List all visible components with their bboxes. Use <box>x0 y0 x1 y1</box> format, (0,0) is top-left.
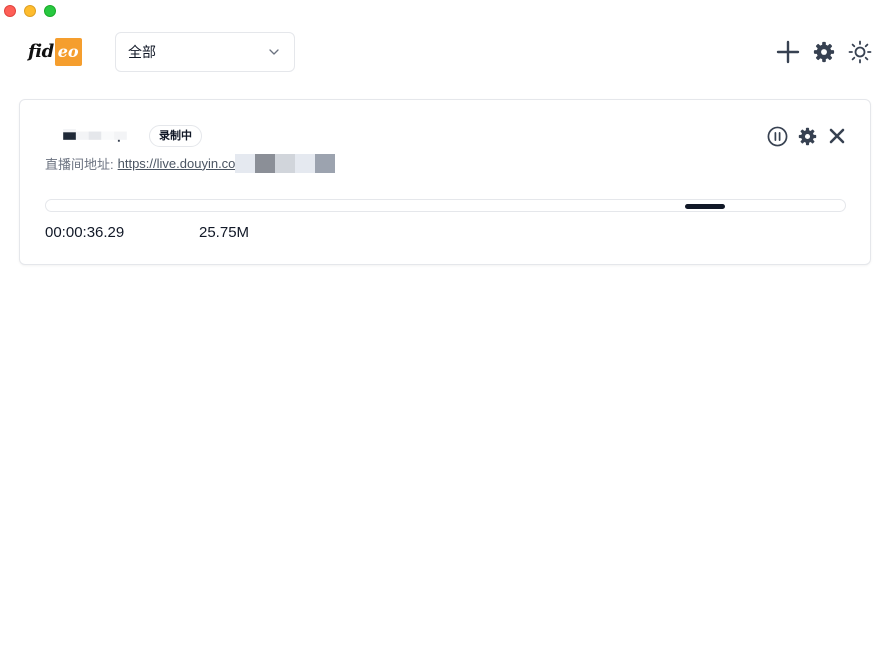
logo-text-left: fid <box>28 41 54 62</box>
gear-icon <box>813 41 835 63</box>
settings-button[interactable] <box>812 39 836 65</box>
add-icon <box>776 40 800 64</box>
gear-icon <box>798 127 816 145</box>
recording-progress-bar <box>45 199 846 212</box>
recording-stats: 00:00:36.29 25.75M <box>45 224 249 241</box>
window-controls <box>4 5 56 17</box>
recording-settings-button[interactable] <box>796 125 818 147</box>
status-badge: 录制中 <box>149 125 202 147</box>
stream-url-link[interactable]: https://live.douyin.co <box>118 156 236 171</box>
remove-button[interactable] <box>826 125 848 147</box>
pause-button[interactable] <box>766 125 788 147</box>
theme-toggle-button[interactable] <box>848 39 872 65</box>
recording-card: 录制中 直播间地址: https://live.douyin.co 00:00:… <box>19 99 871 265</box>
sun-icon <box>848 40 872 64</box>
url-label: 直播间地址: <box>45 156 114 172</box>
stream-url-row: 直播间地址: https://live.douyin.co <box>45 153 336 173</box>
app-logo: fid eo <box>28 38 82 66</box>
pause-icon <box>767 126 787 146</box>
filter-select[interactable]: 全部 <box>115 32 295 72</box>
minimize-window-button[interactable] <box>24 5 36 17</box>
header-toolbar <box>776 39 872 65</box>
card-actions <box>766 125 848 147</box>
stream-name-row: 录制中 <box>45 125 202 147</box>
close-icon <box>829 128 845 144</box>
maximize-window-button[interactable] <box>44 5 56 17</box>
stream-name-redacted <box>63 129 127 142</box>
add-button[interactable] <box>776 39 800 65</box>
filter-select-value: 全部 <box>128 44 156 60</box>
progress-indicator <box>685 204 725 209</box>
stream-url-redacted <box>235 153 336 173</box>
app-window: fid eo 全部 录制中 直播间地址: https://live.douyin… <box>0 0 892 662</box>
recording-size: 25.75M <box>199 224 250 241</box>
recording-duration: 00:00:36.29 <box>45 224 125 241</box>
chevron-down-icon <box>269 49 279 55</box>
close-window-button[interactable] <box>4 5 16 17</box>
logo-text-right: eo <box>54 38 82 66</box>
